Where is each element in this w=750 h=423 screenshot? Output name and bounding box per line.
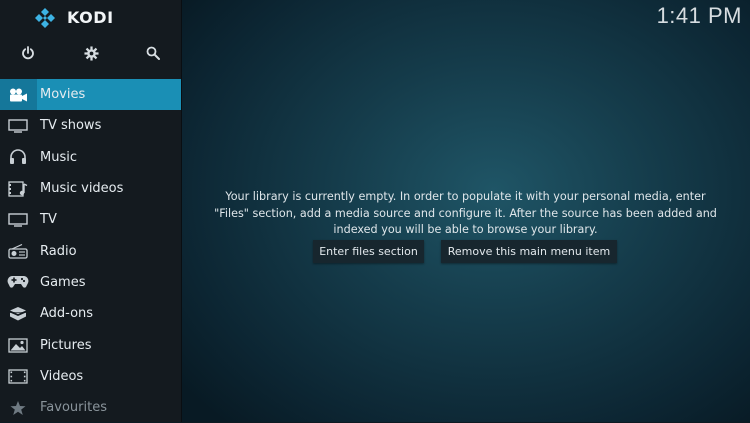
menu-item-movies[interactable]: Movies xyxy=(0,79,181,111)
kodi-logo-icon xyxy=(35,8,55,28)
menu-label-movies: Movies xyxy=(40,87,86,103)
tv-icon xyxy=(7,211,29,229)
main-menu: Movies TV shows Music Music videos TV Ra… xyxy=(0,79,181,423)
power-icon[interactable] xyxy=(17,42,39,64)
music-video-icon xyxy=(7,180,29,198)
action-buttons: Enter files section Remove this main men… xyxy=(181,240,750,263)
message-line: "Files" section, add a media source and … xyxy=(214,206,717,220)
picture-icon xyxy=(7,336,29,354)
empty-library-message: Your library is currently empty. In orde… xyxy=(181,189,750,239)
menu-item-radio[interactable]: Radio xyxy=(0,235,181,266)
app-name: KODI xyxy=(67,8,114,27)
gamepad-icon xyxy=(7,273,29,291)
menu-item-tv[interactable]: TV xyxy=(0,204,181,235)
menu-item-add-ons[interactable]: Add-ons xyxy=(0,298,181,329)
message-line: indexed you will be able to browse your … xyxy=(333,223,598,236)
film-strip-icon xyxy=(7,367,29,385)
menu-label-add-ons: Add-ons xyxy=(40,306,94,322)
menu-item-music[interactable]: Music xyxy=(0,142,181,173)
menu-label-tv-shows: TV shows xyxy=(40,118,102,134)
menu-label-pictures: Pictures xyxy=(40,337,92,353)
addons-box-icon xyxy=(7,305,29,323)
menu-label-music-videos: Music videos xyxy=(40,181,124,197)
top-icon-bar xyxy=(0,42,181,64)
menu-label-tv: TV xyxy=(40,212,57,228)
movie-camera-icon xyxy=(7,86,29,104)
star-icon xyxy=(7,399,29,417)
search-icon[interactable] xyxy=(142,42,164,64)
menu-label-radio: Radio xyxy=(40,243,77,259)
menu-item-videos[interactable]: Videos xyxy=(0,361,181,392)
menu-item-games[interactable]: Games xyxy=(0,267,181,298)
radio-icon xyxy=(7,242,29,260)
menu-label-music: Music xyxy=(40,149,77,165)
tv-icon xyxy=(7,117,29,135)
menu-item-favourites[interactable]: Favourites xyxy=(0,392,181,423)
sidebar: KODI Movies TV shows Music Music videos … xyxy=(0,0,181,422)
enter-files-section-button[interactable]: Enter files section xyxy=(313,240,424,263)
menu-label-favourites: Favourites xyxy=(40,400,107,416)
menu-item-pictures[interactable]: Pictures xyxy=(0,329,181,360)
menu-item-tv-shows[interactable]: TV shows xyxy=(0,110,181,141)
logo: KODI xyxy=(0,0,181,36)
remove-menu-item-button[interactable]: Remove this main menu item xyxy=(441,240,617,263)
menu-item-music-videos[interactable]: Music videos xyxy=(0,173,181,204)
message-line: Your library is currently empty. In orde… xyxy=(225,190,706,203)
clock: 1:41 PM xyxy=(656,3,742,28)
menu-label-games: Games xyxy=(40,274,86,290)
menu-label-videos: Videos xyxy=(40,368,84,384)
gear-icon[interactable] xyxy=(80,42,102,64)
headphones-icon xyxy=(7,148,29,166)
